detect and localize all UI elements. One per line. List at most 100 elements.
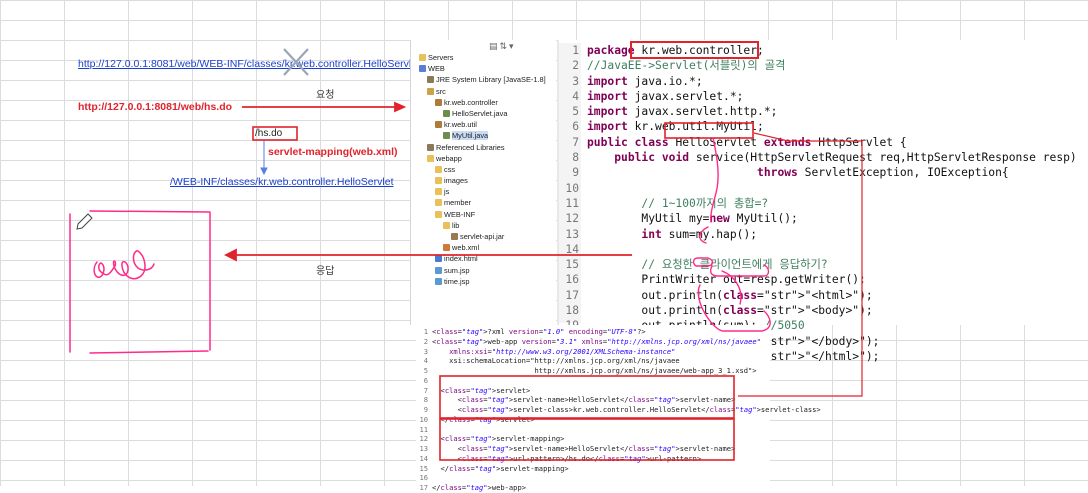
line-number: 7: [423, 385, 428, 395]
tree-item[interactable]: src: [411, 86, 556, 97]
tree-item-label: time.jsp: [444, 276, 470, 286]
tree-item[interactable]: member: [411, 197, 556, 208]
code-line: 4 import javax.servlet.*;: [559, 89, 1077, 104]
tree-item-label: images: [444, 176, 468, 186]
xml-line: 4 xsi:schemaLocation="http://xmlns.jcp.o…: [416, 356, 821, 366]
java-editor[interactable]: 1 package kr.web.controller; 2//JavaEE->Se…: [557, 40, 1088, 378]
tree-item[interactable]: time.jsp: [411, 276, 556, 287]
tree-item[interactable]: sum.jsp: [411, 265, 556, 276]
class-path-link[interactable]: /WEB-INF/classes/kr.web.controller.Hello…: [170, 176, 393, 188]
project-explorer: ▤⇅▾ Servers WEB JRE System Library [JavaSE…: [410, 40, 556, 325]
source-folder-icon: [427, 87, 434, 95]
tree-item-label: member: [444, 198, 472, 208]
tree-item-label: WEB-INF: [444, 209, 476, 219]
library-icon: [427, 76, 434, 84]
code-line: 8 public void service(HttpServletRequest…: [559, 150, 1077, 165]
line-number: 7: [572, 135, 579, 149]
folder-icon: [427, 154, 434, 162]
xml-line: 5 http://xmlns.jcp.org/xml/ns/javaee/web…: [416, 366, 821, 376]
xml-line: 15 </class="tag">servlet-mapping>: [416, 464, 821, 474]
url-hs-do: http://127.0.0.1:8081/web/hs.do: [78, 101, 233, 113]
code-line: 13 int sum=my.hap();: [559, 227, 1077, 242]
xml-line: 8 <class="tag">servlet-name>HelloServlet…: [416, 395, 821, 405]
line-number: 3: [423, 346, 428, 356]
line-number: 1: [423, 327, 428, 336]
line-number: 5: [572, 105, 579, 119]
line-number: 14: [565, 242, 579, 256]
code-line: 7 public class HelloServlet extends HttpS…: [559, 135, 1077, 150]
line-number: 8: [572, 151, 579, 165]
xml-line: 9 <class="tag">servlet-class>kr.web.cont…: [416, 405, 821, 415]
project-tree: Servers WEB JRE System Library [JavaSE-1.8…: [411, 52, 556, 287]
tree-item-label: WEB: [428, 64, 445, 74]
tree-item[interactable]: images: [411, 175, 556, 186]
tree-item-label: web.xml: [452, 243, 480, 253]
jar-icon: [451, 233, 458, 240]
xml-line: 12 <class="tag">servlet-mapping>: [416, 434, 821, 444]
tree-item-label: src: [436, 86, 446, 96]
tree-item-label: kr.web.util: [444, 120, 477, 130]
java-file-icon: [443, 109, 450, 117]
line-number: 2: [423, 336, 428, 346]
package-icon: [435, 121, 442, 129]
folder-icon: [435, 177, 442, 185]
tree-item[interactable]: HelloServlet.java: [411, 108, 556, 119]
folder-icon: [435, 210, 442, 218]
code-line: 2//JavaEE->Servlet(서블릿)의 골격: [559, 58, 1077, 73]
line-number: 15: [419, 463, 428, 473]
tree-item[interactable]: web.xml: [411, 242, 556, 253]
line-number: 17: [565, 288, 579, 302]
response-label: 응답: [316, 266, 335, 277]
tree-item[interactable]: lib: [411, 220, 556, 231]
line-number: 10: [565, 181, 579, 195]
code-line: 3 import java.io.*;: [559, 74, 1077, 89]
tree-item[interactable]: JRE System Library [JavaSE-1.8]: [411, 74, 556, 85]
tree-item[interactable]: webapp: [411, 153, 556, 164]
tree-item[interactable]: css: [411, 164, 556, 175]
tree-item[interactable]: index.html: [411, 253, 556, 264]
tree-item[interactable]: MyUtil.java: [411, 130, 556, 141]
line-number: 15: [565, 258, 579, 272]
tree-item-label: Referenced Libraries: [436, 142, 505, 152]
xml-line: 6: [416, 376, 821, 386]
jsp-file-icon: [435, 277, 442, 285]
line-number: 12: [565, 212, 579, 226]
xml-line: 2 <class="tag">web-app version="3.1" xmln…: [416, 337, 821, 347]
line-number: 13: [565, 227, 579, 241]
hs-do-label: /hs.do: [255, 128, 283, 139]
tree-item-label: HelloServlet.java: [452, 108, 508, 118]
tree-item-label: webapp: [436, 153, 462, 163]
xml-line: 13 <class="tag">servlet-name>HelloServle…: [416, 444, 821, 454]
xml-editor[interactable]: 1 <class="tag">?xml version="1.0" encodin…: [416, 325, 821, 492]
folder-icon: [435, 199, 442, 207]
tree-item-label: JRE System Library [JavaSE-1.8]: [436, 75, 546, 85]
line-number: 9: [423, 405, 428, 414]
folder-icon: [443, 221, 450, 229]
xml-line: 7 <class="tag">servlet>: [416, 386, 821, 396]
xml-line: 14 <class="tag">url-pattern>/hs.do</clas…: [416, 454, 821, 464]
line-number: 6: [572, 120, 579, 134]
tree-item[interactable]: js: [411, 186, 556, 197]
line-number: 11: [565, 196, 579, 210]
tree-item[interactable]: WEB: [411, 63, 556, 74]
xml-file-icon: [443, 244, 450, 252]
tree-item[interactable]: servlet-api.jar: [411, 231, 556, 242]
line-number: 16: [565, 273, 579, 287]
code-line: 15 // 요청한 클라이언트에게 응답하기?: [559, 257, 1077, 272]
line-number: 4: [423, 356, 428, 366]
line-number: 10: [419, 414, 428, 424]
xml-line: 10 </class="tag">servlet>: [416, 415, 821, 425]
library-icon: [427, 143, 434, 151]
line-number: 9: [572, 166, 579, 180]
code-line: 12 MyUtil my=new MyUtil();: [559, 211, 1077, 226]
explorer-toolbar-icons[interactable]: ▤⇅▾: [489, 42, 516, 52]
code-line: 14: [559, 242, 1077, 257]
url-direct-class[interactable]: http://127.0.0.1:8081/web/WEB-INF/classe…: [78, 58, 420, 70]
tree-item[interactable]: Referenced Libraries: [411, 142, 556, 153]
tree-item[interactable]: kr.web.controller: [411, 97, 556, 108]
code-line: 5 import javax.servlet.http.*;: [559, 104, 1077, 119]
tree-item[interactable]: kr.web.util: [411, 119, 556, 130]
tree-item[interactable]: WEB-INF: [411, 209, 556, 220]
line-number: 3: [572, 74, 579, 88]
tree-item[interactable]: Servers: [411, 52, 556, 63]
